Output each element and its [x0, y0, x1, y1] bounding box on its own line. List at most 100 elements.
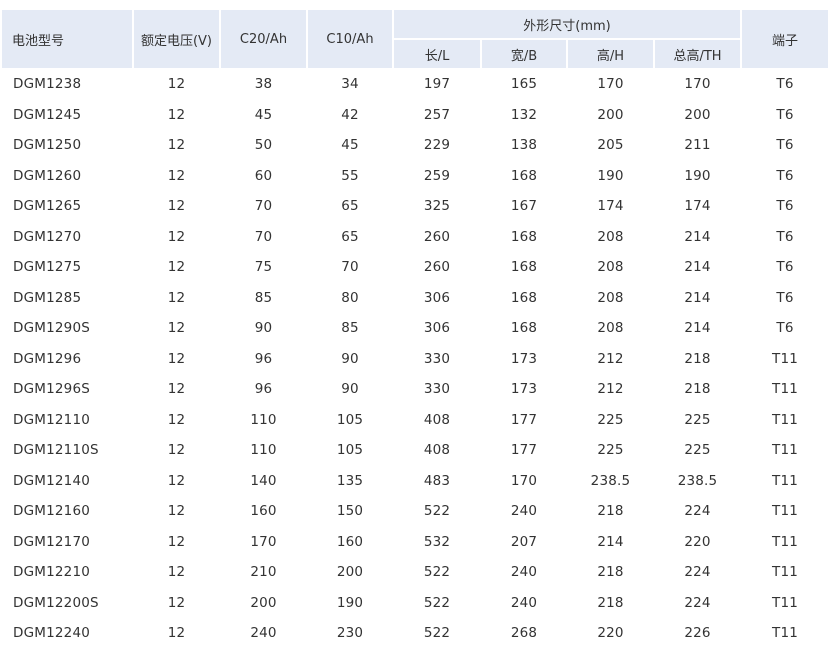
cell-c10: 135: [336, 472, 364, 489]
cell-c10: 150: [336, 503, 364, 520]
table-row: DGM1245 12 45 42 257 132 200 200 T6: [2, 101, 828, 130]
cell-terminal: T11: [772, 350, 799, 367]
cell-terminal: T11: [772, 625, 799, 642]
cell-c20: 45: [254, 106, 273, 123]
cell-c20: 140: [250, 472, 277, 489]
cell-model: DGM12110S: [13, 442, 99, 459]
cell-voltage: 12: [167, 167, 186, 184]
cell-c10: 200: [336, 564, 364, 581]
cell-total-height: 218: [684, 350, 711, 367]
cell-c10: 90: [341, 381, 359, 398]
cell-length: 483: [423, 472, 451, 489]
cell-width: 170: [510, 472, 538, 489]
cell-total-height: 226: [684, 625, 711, 642]
table-row: DGM12240 12 240 230 522 268 220 226 T11: [2, 619, 828, 648]
cell-voltage: 12: [167, 137, 186, 154]
cell-c20: 96: [254, 381, 273, 398]
cell-voltage: 12: [167, 76, 186, 93]
cell-c20: 170: [250, 533, 277, 550]
table-row: DGM12200S 12 200 190 522 240 218 224 T11: [2, 589, 828, 618]
cell-height: 170: [597, 76, 624, 93]
cell-model: DGM1290S: [13, 320, 91, 337]
header-voltage: 额定电压(V): [134, 10, 219, 68]
table-row: DGM12140 12 140 135 483 170 238.5 238.5 T11: [2, 467, 828, 496]
cell-c10: 105: [336, 411, 364, 428]
cell-height: 208: [597, 320, 624, 337]
cell-c20: 85: [254, 289, 273, 306]
cell-width: 207: [510, 533, 538, 550]
cell-c10: 105: [336, 442, 364, 459]
header-model: 电池型号: [2, 10, 132, 68]
cell-c10: 65: [341, 228, 359, 245]
cell-total-height: 211: [684, 137, 711, 154]
cell-width: 168: [510, 228, 538, 245]
cell-length: 260: [423, 228, 451, 245]
cell-total-height: 225: [684, 411, 711, 428]
cell-width: 168: [510, 289, 538, 306]
cell-width: 240: [510, 564, 538, 581]
cell-width: 165: [510, 76, 538, 93]
cell-model: DGM12210: [13, 564, 91, 581]
cell-terminal: T6: [776, 228, 794, 245]
cell-total-height: 174: [684, 198, 711, 215]
cell-length: 522: [423, 564, 451, 581]
cell-terminal: T11: [772, 381, 799, 398]
cell-terminal: T11: [772, 594, 799, 611]
battery-spec-table: 电池型号 额定电压(V) C20/Ah C10/Ah 外形尺寸(mm) 端子 长…: [0, 8, 830, 650]
cell-c10: 160: [336, 533, 364, 550]
cell-voltage: 12: [167, 411, 186, 428]
cell-model: DGM1245: [13, 106, 82, 123]
cell-c10: 230: [336, 625, 364, 642]
cell-length: 197: [423, 76, 451, 93]
cell-length: 325: [423, 198, 451, 215]
cell-c10: 80: [341, 289, 359, 306]
cell-height: 205: [597, 137, 624, 154]
table-row: DGM1260 12 60 55 259 168 190 190 T6: [2, 162, 828, 191]
table-row: DGM1296 12 96 90 330 173 212 218 T11: [2, 345, 828, 374]
cell-total-height: 224: [684, 594, 711, 611]
cell-c10: 190: [336, 594, 364, 611]
cell-c20: 200: [250, 594, 277, 611]
cell-c20: 38: [254, 76, 273, 93]
cell-height: 208: [597, 289, 624, 306]
cell-total-height: 214: [684, 289, 711, 306]
cell-width: 268: [510, 625, 538, 642]
header-dimensions: 外形尺寸(mm): [394, 10, 741, 38]
cell-width: 173: [510, 381, 538, 398]
cell-c20: 90: [254, 320, 273, 337]
cell-length: 330: [423, 350, 451, 367]
cell-voltage: 12: [167, 228, 186, 245]
cell-width: 132: [510, 106, 538, 123]
cell-voltage: 12: [167, 259, 186, 276]
cell-width: 168: [510, 320, 538, 337]
table-row: DGM12110S 12 110 105 408 177 225 225 T11: [2, 436, 828, 465]
cell-length: 408: [423, 411, 451, 428]
table-row: DGM12210 12 210 200 522 240 218 224 T11: [2, 558, 828, 587]
cell-total-height: 214: [684, 259, 711, 276]
cell-terminal: T11: [772, 503, 799, 520]
cell-total-height: 190: [684, 167, 711, 184]
cell-width: 177: [510, 411, 538, 428]
table-body: DGM1238 12 38 34 197 165 170 170 T6 DGM1245 12 45 42…: [2, 70, 828, 648]
cell-voltage: 12: [167, 503, 186, 520]
cell-model: DGM12140: [13, 472, 91, 489]
header-c20: C20/Ah: [221, 10, 306, 68]
cell-width: 167: [510, 198, 538, 215]
cell-width: 173: [510, 350, 538, 367]
cell-total-height: 218: [684, 381, 711, 398]
cell-terminal: T11: [772, 472, 799, 489]
cell-c20: 70: [254, 198, 273, 215]
cell-model: DGM1238: [13, 76, 82, 93]
cell-model: DGM12160: [13, 503, 91, 520]
cell-length: 522: [423, 503, 451, 520]
header-length: 长/L: [394, 40, 480, 68]
cell-height: 218: [597, 594, 624, 611]
header-c10: C10/Ah: [308, 10, 392, 68]
cell-width: 168: [510, 167, 538, 184]
cell-length: 257: [423, 106, 451, 123]
cell-total-height: 214: [684, 228, 711, 245]
cell-length: 522: [423, 625, 451, 642]
cell-model: DGM1250: [13, 137, 82, 154]
cell-model: DGM1260: [13, 167, 82, 184]
cell-c10: 55: [341, 167, 359, 184]
